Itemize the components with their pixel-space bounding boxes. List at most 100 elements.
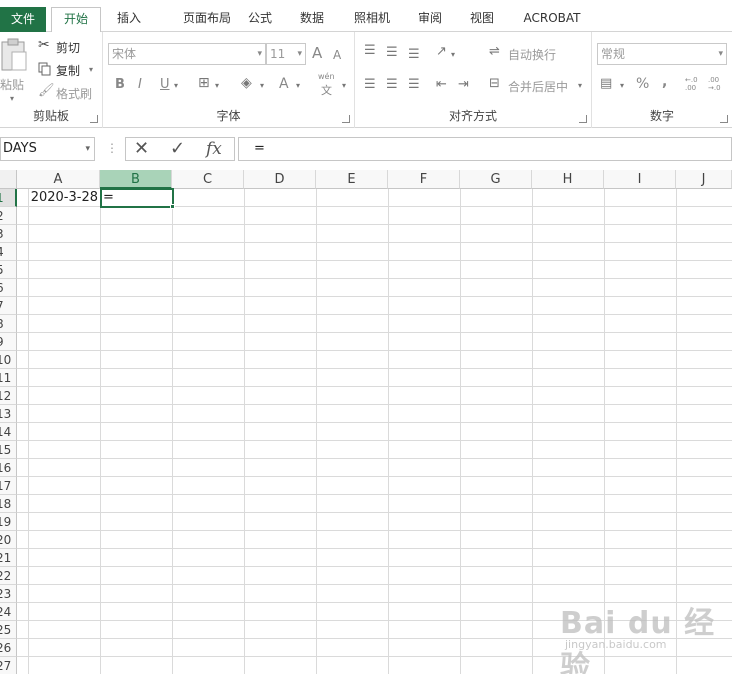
tab-acrobat[interactable]: ACROBAT	[518, 7, 586, 32]
decrease-indent-icon[interactable]: ⇤	[436, 78, 447, 92]
tab-insert[interactable]: 插入	[108, 7, 150, 32]
cancel-entry-icon[interactable]: ✕	[134, 139, 149, 159]
cell-b1-active[interactable]: =	[100, 188, 174, 208]
increase-font-icon[interactable]: A	[312, 46, 322, 61]
alignment-launcher-icon[interactable]	[579, 115, 587, 123]
decrease-decimal-button[interactable]: .00 →.0	[708, 76, 728, 92]
tab-home[interactable]: 开始	[51, 7, 101, 33]
percent-button[interactable]: %	[636, 77, 649, 91]
phonetic-icon[interactable]: 文	[321, 82, 332, 98]
row-header-12[interactable]: 12	[0, 387, 17, 405]
row-header-10[interactable]: 10	[0, 351, 17, 369]
column-header-b[interactable]: B	[100, 170, 172, 189]
align-top-icon[interactable]: ☰	[364, 44, 376, 58]
phonetic-dropdown-icon[interactable]: ▾	[342, 79, 346, 93]
row-header-5[interactable]: 5	[0, 261, 17, 279]
tab-page-layout[interactable]: 页面布局	[163, 7, 251, 32]
row-header-11[interactable]: 11	[0, 369, 17, 387]
bold-button[interactable]: B	[115, 78, 125, 92]
select-all-corner[interactable]	[0, 170, 17, 189]
fill-handle[interactable]	[170, 204, 175, 209]
align-left-icon[interactable]: ☰	[364, 78, 376, 92]
clipboard-launcher-icon[interactable]	[90, 115, 98, 123]
number-launcher-icon[interactable]	[720, 115, 728, 123]
font-color-icon[interactable]: A	[279, 77, 289, 91]
increase-indent-icon[interactable]: ⇥	[458, 78, 469, 92]
align-center-icon[interactable]: ☰	[386, 78, 398, 92]
row-header-22[interactable]: 22	[0, 567, 17, 585]
border-dropdown-icon[interactable]: ▾	[215, 79, 219, 93]
tab-data[interactable]: 数据	[292, 7, 332, 32]
underline-button[interactable]: U	[160, 78, 170, 92]
row-header-9[interactable]: 9	[0, 333, 17, 351]
row-header-21[interactable]: 21	[0, 549, 17, 567]
font-size-select[interactable]: 11 ▾	[266, 43, 306, 65]
row-header-23[interactable]: 23	[0, 585, 17, 603]
row-header-2[interactable]: 2	[0, 207, 17, 225]
row-header-3[interactable]: 3	[0, 225, 17, 243]
accounting-dropdown-icon[interactable]: ▾	[620, 79, 624, 93]
accounting-format-icon[interactable]: ▤	[600, 77, 612, 91]
formula-input[interactable]: =	[238, 137, 732, 161]
row-header-6[interactable]: 6	[0, 279, 17, 297]
row-header-25[interactable]: 25	[0, 621, 17, 639]
orientation-dropdown-icon[interactable]: ▾	[451, 48, 455, 62]
row-header-18[interactable]: 18	[0, 495, 17, 513]
font-launcher-icon[interactable]	[342, 115, 350, 123]
column-header-e[interactable]: E	[316, 170, 388, 189]
row-header-19[interactable]: 19	[0, 513, 17, 531]
decrease-font-icon[interactable]: A	[333, 48, 341, 62]
wrap-text-button[interactable]: ⇌ 自动换行	[489, 44, 569, 63]
align-bottom-icon[interactable]: ☰	[408, 48, 420, 62]
font-name-select[interactable]: 宋体 ▾	[108, 43, 266, 65]
copy-button[interactable]: 复制 ▾	[38, 61, 100, 79]
row-header-20[interactable]: 20	[0, 531, 17, 549]
row-header-24[interactable]: 24	[0, 603, 17, 621]
underline-dropdown-icon[interactable]: ▾	[174, 79, 178, 93]
row-header-14[interactable]: 14	[0, 423, 17, 441]
align-middle-icon[interactable]: ☰	[386, 46, 398, 60]
fill-color-icon[interactable]: ◈	[241, 76, 252, 90]
column-header-a[interactable]: A	[17, 170, 100, 189]
column-header-d[interactable]: D	[244, 170, 316, 189]
tab-view[interactable]: 视图	[462, 7, 502, 32]
insert-function-icon[interactable]: fx	[206, 139, 222, 159]
row-header-8[interactable]: 8	[0, 315, 17, 333]
cut-button[interactable]: ✂ 剪切	[38, 38, 98, 56]
row-header-27[interactable]: 27	[0, 657, 17, 674]
name-box[interactable]: DAYS ▾	[0, 137, 95, 161]
merge-center-button[interactable]: ⊟ 合并后居中 ▾	[489, 76, 587, 95]
row-header-15[interactable]: 15	[0, 441, 17, 459]
name-box-dropdown-icon[interactable]: ▾	[85, 138, 90, 160]
column-header-j[interactable]: J	[676, 170, 732, 189]
tab-photo[interactable]: 照相机	[346, 7, 398, 32]
row-header-4[interactable]: 4	[0, 243, 17, 261]
row-header-16[interactable]: 16	[0, 459, 17, 477]
column-header-f[interactable]: F	[388, 170, 460, 189]
comma-button[interactable]: ,	[662, 75, 667, 89]
font-color-dropdown-icon[interactable]: ▾	[296, 79, 300, 93]
align-right-icon[interactable]: ☰	[408, 78, 420, 92]
column-header-g[interactable]: G	[460, 170, 532, 189]
fill-color-dropdown-icon[interactable]: ▾	[260, 79, 264, 93]
confirm-entry-icon[interactable]: ✓	[170, 139, 185, 159]
column-header-i[interactable]: I	[604, 170, 676, 189]
number-format-select[interactable]: 常规 ▾	[597, 43, 727, 65]
row-header-13[interactable]: 13	[0, 405, 17, 423]
row-header-26[interactable]: 26	[0, 639, 17, 657]
column-header-h[interactable]: H	[532, 170, 604, 189]
tab-file[interactable]: 文件	[0, 7, 46, 32]
border-icon[interactable]: ⊞	[198, 76, 210, 90]
cell-a1[interactable]: 2020-3-28	[17, 189, 100, 207]
column-header-c[interactable]: C	[172, 170, 244, 189]
row-header-1[interactable]: 1	[0, 189, 17, 207]
format-painter-button[interactable]: 🖌 格式刷	[38, 84, 100, 102]
row-header-7[interactable]: 7	[0, 297, 17, 315]
tab-formulas[interactable]: 公式	[240, 7, 280, 32]
row-header-17[interactable]: 17	[0, 477, 17, 495]
tab-review[interactable]: 审阅	[410, 7, 450, 32]
paste-button[interactable]: 粘贴 ▾	[0, 38, 30, 104]
italic-button[interactable]: I	[138, 78, 142, 92]
orientation-icon[interactable]: ↗	[436, 45, 447, 59]
increase-decimal-button[interactable]: ←.0 .00	[685, 76, 705, 92]
